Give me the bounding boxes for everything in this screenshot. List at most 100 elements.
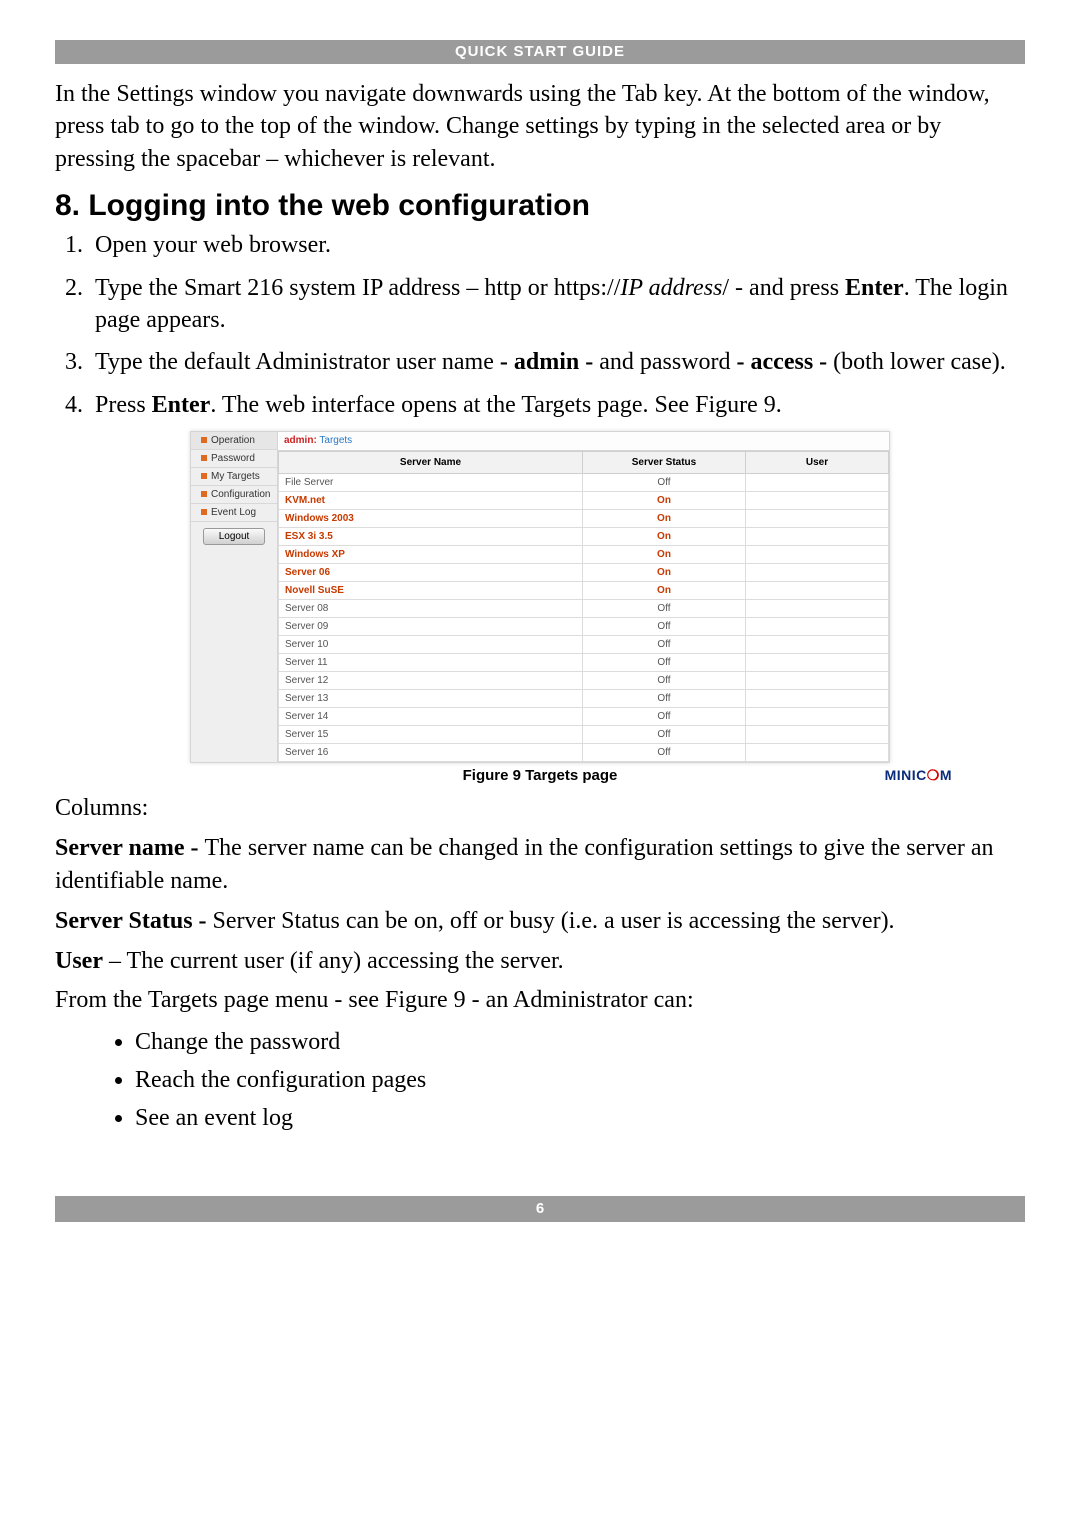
cell-server-name: Windows 2003: [279, 510, 583, 528]
step-3: Type the default Administrator user name…: [89, 346, 1025, 378]
cell-server-status: On: [583, 582, 746, 600]
admin-action-1: Change the password: [135, 1024, 1025, 1060]
cell-server-status: On: [583, 564, 746, 582]
cell-user: [746, 600, 889, 618]
marker-icon: [201, 455, 207, 461]
explain-server-name: Server name - The server name can be cha…: [55, 832, 1025, 899]
admin-action-2: Reach the configuration pages: [135, 1062, 1025, 1098]
marker-icon: [201, 509, 207, 515]
targets-table: Server Name Server Status User File Serv…: [278, 451, 889, 762]
cell-server-name: Server 06: [279, 564, 583, 582]
step-2-text-c: / - and press: [722, 275, 845, 301]
sidebar-item-password[interactable]: Password: [191, 450, 277, 468]
cell-user: [746, 708, 889, 726]
step-2-text-a: Type the Smart 216 system IP address – h…: [95, 275, 620, 301]
table-row[interactable]: Server 08Off: [279, 600, 889, 618]
table-row[interactable]: Server 09Off: [279, 618, 889, 636]
cell-user: [746, 564, 889, 582]
section-title: 8. Logging into the web configuration: [55, 189, 1025, 223]
explain-server-status-b: Server Status -: [55, 908, 213, 934]
sidebar-item-operation[interactable]: Operation: [191, 432, 277, 450]
step-4-enter: Enter: [152, 392, 211, 418]
cell-server-name: KVM.net: [279, 492, 583, 510]
table-row[interactable]: Server 11Off: [279, 654, 889, 672]
minicom-logo: MINIC❍M: [885, 767, 952, 784]
cell-server-status: On: [583, 510, 746, 528]
cell-server-status: Off: [583, 600, 746, 618]
cell-server-name: Server 08: [279, 600, 583, 618]
table-row[interactable]: Server 12Off: [279, 672, 889, 690]
sidebar-item-label: Event Log: [211, 507, 256, 518]
sidebar-item-event-log[interactable]: Event Log: [191, 504, 277, 522]
cell-user: [746, 744, 889, 762]
figure-9: Operation Password My Targets Configurat…: [190, 431, 890, 784]
cell-server-status: Off: [583, 744, 746, 762]
cell-server-name: Server 14: [279, 708, 583, 726]
breadcrumb: admin: Targets: [278, 432, 889, 451]
marker-icon: [201, 491, 207, 497]
cell-server-name: ESX 3i 3.5: [279, 528, 583, 546]
table-row[interactable]: Windows XPOn: [279, 546, 889, 564]
admin-action-3: See an event log: [135, 1100, 1025, 1136]
step-3-text-a: Type the default Administrator user name: [95, 349, 500, 375]
table-row[interactable]: Server 16Off: [279, 744, 889, 762]
cell-user: [746, 672, 889, 690]
logout-button[interactable]: Logout: [203, 528, 265, 545]
table-row[interactable]: Windows 2003On: [279, 510, 889, 528]
col-server-name: Server Name: [279, 452, 583, 474]
step-4: Press Enter. The web interface opens at …: [89, 389, 1025, 421]
cell-user: [746, 528, 889, 546]
step-2-ip: IP address: [620, 275, 722, 301]
step-1: Open your web browser.: [89, 229, 1025, 261]
cell-server-status: Off: [583, 618, 746, 636]
page-footer: 6: [55, 1196, 1025, 1222]
explain-user: User – The current user (if any) accessi…: [55, 945, 1025, 979]
explain-server-name-b: Server name -: [55, 835, 205, 861]
logo-text-b: M: [940, 767, 952, 783]
cell-server-name: Server 09: [279, 618, 583, 636]
table-row[interactable]: KVM.netOn: [279, 492, 889, 510]
step-4-text-c: . The web interface opens at the Targets…: [210, 392, 781, 418]
cell-server-name: Server 13: [279, 690, 583, 708]
cell-server-name: Server 12: [279, 672, 583, 690]
step-2: Type the Smart 216 system IP address – h…: [89, 272, 1025, 337]
cell-user: [746, 690, 889, 708]
table-row[interactable]: Server 10Off: [279, 636, 889, 654]
sidebar-item-my-targets[interactable]: My Targets: [191, 468, 277, 486]
cell-user: [746, 726, 889, 744]
intro-paragraph: In the Settings window you navigate down…: [55, 78, 1025, 175]
table-row[interactable]: File ServerOff: [279, 474, 889, 492]
step-3-text-c: and password: [593, 349, 736, 375]
table-row[interactable]: Server 13Off: [279, 690, 889, 708]
cell-server-status: On: [583, 492, 746, 510]
main-panel: admin: Targets Server Name Server Status…: [278, 432, 889, 762]
marker-icon: [201, 437, 207, 443]
breadcrumb-user: admin:: [284, 435, 317, 446]
table-row[interactable]: ESX 3i 3.5On: [279, 528, 889, 546]
cell-server-name: Server 16: [279, 744, 583, 762]
breadcrumb-page: Targets: [319, 435, 352, 446]
figure-caption: Figure 9 Targets page: [190, 767, 890, 784]
cell-user: [746, 654, 889, 672]
step-3-text-e: (both lower case).: [827, 349, 1006, 375]
explain-user-b: User: [55, 948, 103, 974]
steps-list: Open your web browser. Type the Smart 21…: [55, 229, 1025, 421]
step-3-admin: - admin -: [500, 349, 593, 375]
table-row[interactable]: Novell SuSEOn: [279, 582, 889, 600]
table-row[interactable]: Server 14Off: [279, 708, 889, 726]
step-3-access: - access -: [737, 349, 828, 375]
cell-user: [746, 510, 889, 528]
logo-text-a: MINIC: [885, 767, 927, 783]
cell-server-name: File Server: [279, 474, 583, 492]
cell-server-status: Off: [583, 474, 746, 492]
table-row[interactable]: Server 06On: [279, 564, 889, 582]
table-row[interactable]: Server 15Off: [279, 726, 889, 744]
marker-icon: [201, 473, 207, 479]
sidebar: Operation Password My Targets Configurat…: [191, 432, 278, 762]
cell-user: [746, 618, 889, 636]
cell-server-name: Novell SuSE: [279, 582, 583, 600]
cell-server-status: Off: [583, 672, 746, 690]
sidebar-item-label: Operation: [211, 435, 255, 446]
cell-server-status: Off: [583, 654, 746, 672]
sidebar-item-configuration[interactable]: Configuration: [191, 486, 277, 504]
